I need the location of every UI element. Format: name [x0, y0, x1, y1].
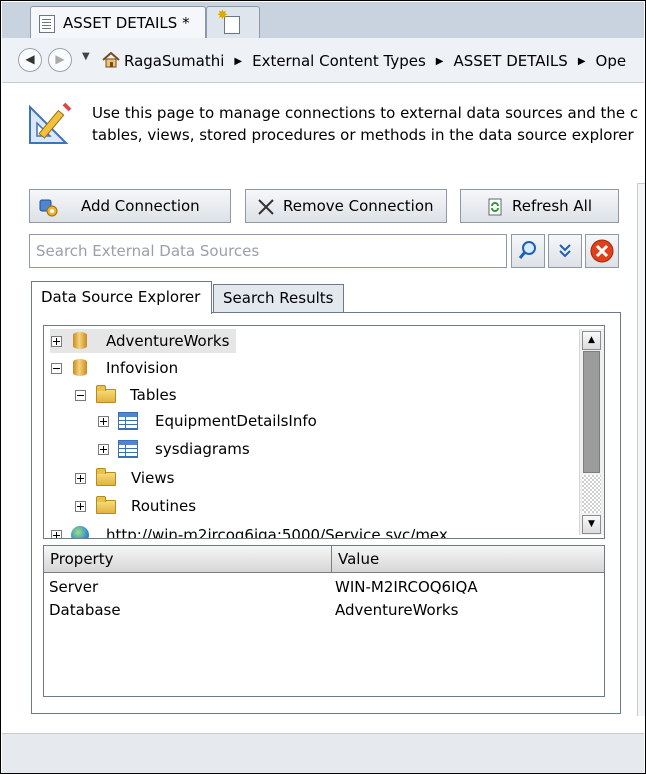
column-header-property[interactable]: Property: [44, 546, 331, 572]
expand-icon[interactable]: [51, 336, 62, 347]
history-dropdown-icon[interactable]: ▼: [82, 51, 90, 62]
property-row-server[interactable]: Server WIN-M2IRCOQ6IQA: [44, 576, 604, 598]
tree-node-label: sysdiagrams: [155, 440, 250, 458]
open-folder-icon: [96, 385, 116, 403]
search-button[interactable]: [511, 234, 545, 268]
property-key: Server: [49, 578, 99, 596]
column-header-value[interactable]: Value: [331, 546, 603, 572]
database-icon: [73, 332, 87, 349]
tab-asset-details[interactable]: ASSET DETAILS *: [30, 6, 206, 40]
breadcrumb-item-ect[interactable]: External Content Types: [252, 52, 426, 70]
double-chevron-down-icon: [559, 244, 571, 258]
refresh-all-label: Refresh All: [512, 197, 593, 215]
tree-node-label: http://win-m2ircoq6iqa:5000/Service.svc/…: [106, 526, 448, 539]
search-input[interactable]: [29, 234, 507, 268]
tree-node-label: Routines: [131, 497, 197, 515]
page-description: Use this page to manage connections to e…: [92, 102, 645, 146]
collapse-icon[interactable]: [51, 363, 62, 374]
data-source-tree: AdventureWorks Infovision Tables Equipme…: [43, 325, 605, 539]
add-connection-button[interactable]: Add Connection: [29, 189, 231, 223]
remove-connection-button[interactable]: Remove Connection: [245, 189, 447, 223]
refresh-all-button[interactable]: Refresh All: [460, 189, 619, 223]
expand-icon[interactable]: [98, 444, 109, 455]
breadcrumb-item-operations[interactable]: Ope: [596, 52, 627, 70]
search-options-button[interactable]: [548, 234, 582, 268]
expand-icon[interactable]: [75, 501, 86, 512]
clear-search-button[interactable]: [585, 234, 619, 268]
breadcrumb-item-asset[interactable]: ASSET DETAILS: [454, 52, 568, 70]
home-icon: [102, 52, 120, 68]
tab-search-results[interactable]: Search Results: [213, 284, 344, 313]
add-connection-icon: [39, 199, 58, 217]
close-x-icon: [258, 199, 274, 215]
property-grid-header: Property Value: [44, 546, 604, 573]
document-tab-strip: ASSET DETAILS * ✸: [2, 2, 644, 40]
forward-button[interactable]: ▶: [48, 48, 72, 72]
refresh-icon: [488, 198, 502, 216]
folder-icon: [96, 496, 116, 514]
description-line-2: tables, views, stored procedures or meth…: [92, 126, 634, 144]
breadcrumb: RagaSumathi ▶ External Content Types ▶ ASSET…: [102, 50, 634, 70]
back-button[interactable]: ◀: [18, 48, 42, 72]
tree-node-adventureworks[interactable]: AdventureWorks: [50, 329, 236, 353]
scroll-up-icon[interactable]: ▲: [582, 331, 601, 350]
tree-vertical-scrollbar[interactable]: ▲ ▼: [579, 329, 604, 535]
tree-node-label: Views: [131, 469, 175, 487]
breadcrumb-bar: ◀ ▶ ▼ RagaSumathi ▶ External Content Types…: [2, 38, 644, 83]
tree-node-label: Tables: [130, 386, 177, 404]
scroll-thumb[interactable]: [583, 351, 600, 473]
table-icon: [118, 440, 138, 458]
right-pane-edge: [637, 183, 645, 716]
folder-icon: [96, 468, 116, 486]
status-bar: [2, 733, 644, 773]
add-connection-label: Add Connection: [81, 197, 200, 215]
property-grid: Property Value Server WIN-M2IRCOQ6IQA Da…: [43, 545, 605, 697]
expand-icon[interactable]: [75, 473, 86, 484]
new-tab-button[interactable]: ✸: [206, 6, 260, 39]
breadcrumb-separator-icon: ▶: [435, 56, 444, 67]
property-value: AdventureWorks: [335, 601, 459, 619]
property-row-database[interactable]: Database AdventureWorks: [44, 599, 604, 621]
description-line-1: Use this page to manage connections to e…: [92, 104, 639, 122]
scroll-track[interactable]: [582, 475, 601, 513]
expand-icon[interactable]: [98, 416, 109, 427]
collapse-icon[interactable]: [75, 390, 86, 401]
breadcrumb-separator-icon: ▶: [234, 56, 243, 67]
tree-node-label: Infovision: [106, 359, 179, 377]
search-icon: [518, 241, 536, 259]
expand-icon[interactable]: [51, 530, 62, 538]
remove-connection-label: Remove Connection: [283, 197, 434, 215]
window: ASSET DETAILS * ✸ ◀ ▶ ▼ RagaSumathi ▶ Exte…: [0, 0, 646, 774]
table-icon: [118, 412, 138, 430]
tab-data-source-explorer[interactable]: Data Source Explorer: [31, 281, 212, 314]
tab-title: ASSET DETAILS *: [63, 14, 190, 32]
document-icon: [39, 15, 55, 33]
tab-results-label: Search Results: [223, 289, 334, 307]
database-icon: [73, 359, 87, 376]
globe-icon: [71, 526, 89, 538]
clear-icon: [590, 239, 614, 263]
property-key: Database: [49, 601, 121, 619]
tab-explorer-label: Data Source Explorer: [41, 288, 201, 306]
scroll-down-icon[interactable]: ▼: [582, 515, 601, 534]
tree-node-label: EquipmentDetailsInfo: [155, 412, 317, 430]
breadcrumb-item-site[interactable]: RagaSumathi: [124, 52, 224, 70]
tree-node-label: AdventureWorks: [106, 332, 230, 350]
property-value: WIN-M2IRCOQ6IQA: [335, 578, 478, 596]
sparkle-icon: ✸: [217, 8, 228, 23]
breadcrumb-separator-icon: ▶: [577, 56, 586, 67]
design-tools-icon: [29, 102, 72, 144]
